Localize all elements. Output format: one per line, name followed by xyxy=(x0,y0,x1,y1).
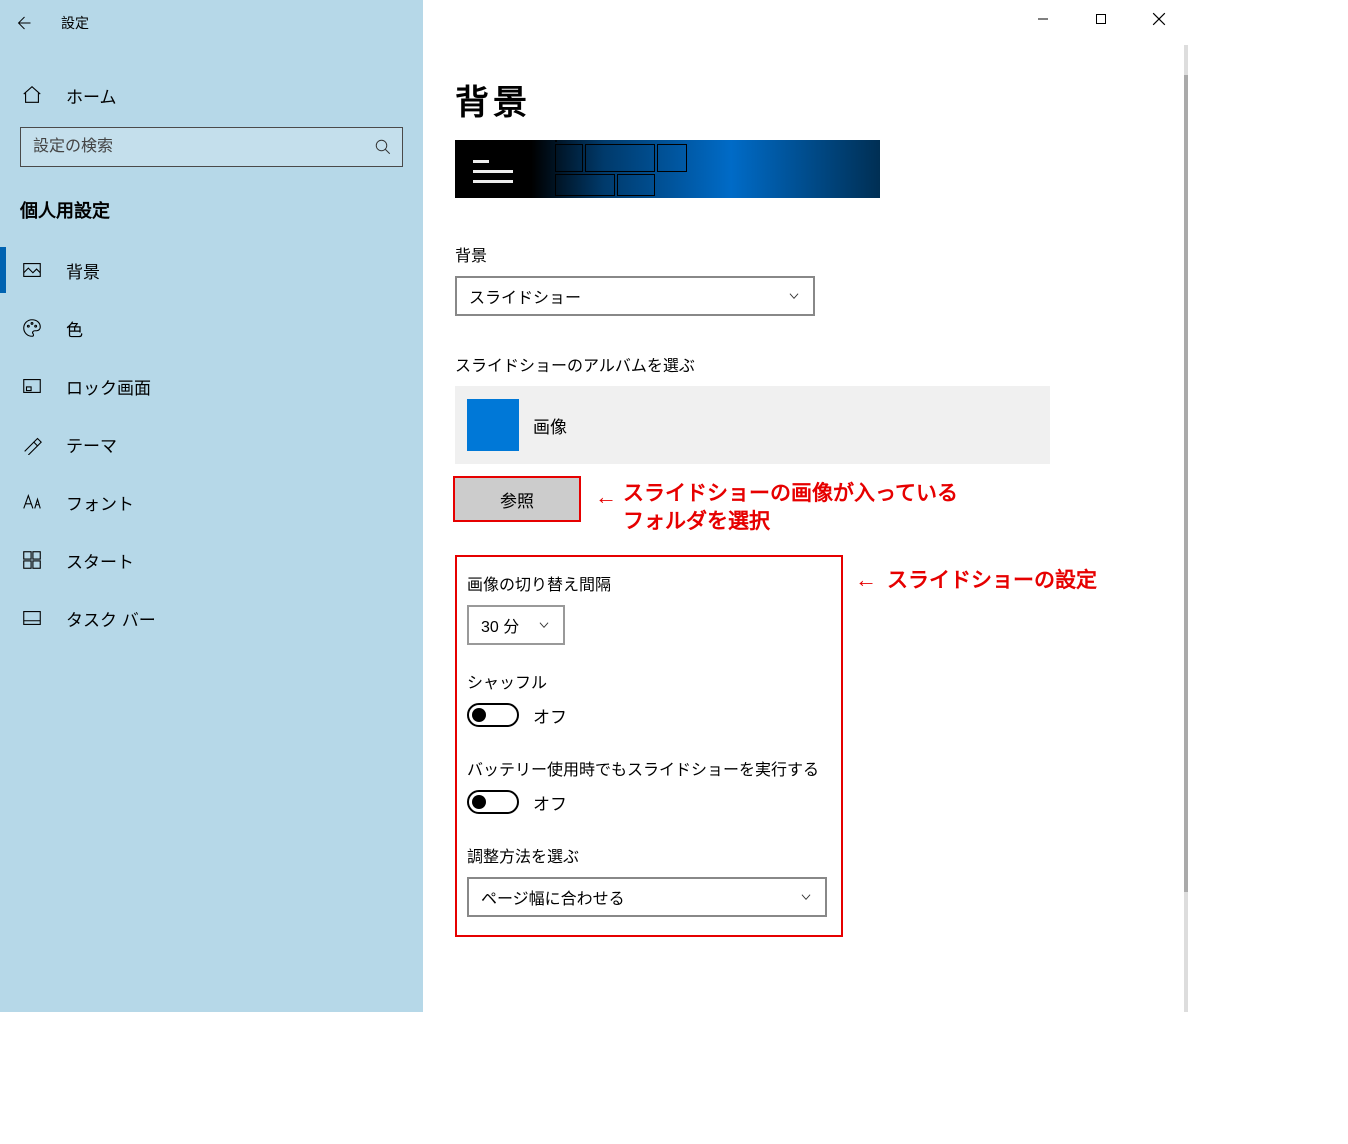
sidebar: ホーム 個人用設定 背景 xyxy=(0,45,423,1012)
category-header: 個人用設定 xyxy=(0,197,423,223)
album-name: 画像 xyxy=(533,413,567,438)
sidebar-item-themes[interactable]: テーマ xyxy=(0,415,423,473)
scrollbar[interactable] xyxy=(1184,45,1188,1012)
fit-select[interactable]: ページ幅に合わせる xyxy=(467,877,827,917)
sidebar-item-lockscreen[interactable]: ロック画面 xyxy=(0,357,423,415)
sidebar-item-colors[interactable]: 色 xyxy=(0,299,423,357)
sidebar-item-label: フォント xyxy=(66,490,134,515)
title-bar: 設定 xyxy=(0,0,1188,45)
title-bar-right xyxy=(423,0,1188,45)
fit-label: 調整方法を選ぶ xyxy=(467,843,831,867)
shuffle-state: オフ xyxy=(533,703,567,728)
annotation-browse: スライドショーの画像が入っている フォルダを選択 xyxy=(623,480,958,537)
interval-value: 30 分 xyxy=(481,613,519,637)
interval-label: 画像の切り替え間隔 xyxy=(467,571,831,595)
minimize-button[interactable] xyxy=(1014,0,1072,38)
battery-label: バッテリー使用時でもスライドショーを実行する xyxy=(467,756,831,780)
maximize-button[interactable] xyxy=(1072,0,1130,38)
window-title: 設定 xyxy=(61,13,89,33)
sidebar-item-label: スタート xyxy=(66,548,134,573)
battery-state: オフ xyxy=(533,790,567,815)
back-button[interactable] xyxy=(0,0,45,45)
album-thumbnail xyxy=(467,399,519,451)
start-icon xyxy=(20,548,44,572)
nav-home[interactable]: ホーム xyxy=(0,71,423,119)
browse-button[interactable]: 参照 xyxy=(455,478,579,520)
fonts-icon xyxy=(20,490,44,514)
interval-select[interactable]: 30 分 xyxy=(467,605,565,645)
slideshow-settings-group: ← スライドショーの設定 画像の切り替え間隔 30 分 シャッフル オフ xyxy=(455,555,843,937)
search-input[interactable] xyxy=(31,137,374,157)
arrow-left-icon xyxy=(14,14,32,32)
themes-icon xyxy=(20,432,44,456)
sidebar-item-fonts[interactable]: フォント xyxy=(0,473,423,531)
window-controls xyxy=(1014,0,1188,38)
sidebar-item-start[interactable]: スタート xyxy=(0,531,423,589)
close-icon xyxy=(1152,12,1166,26)
home-icon xyxy=(20,83,44,107)
search-box[interactable] xyxy=(20,127,403,167)
background-select-value: スライドショー xyxy=(469,284,581,308)
annotation-arrow-icon: ← xyxy=(595,486,617,508)
close-button[interactable] xyxy=(1130,0,1188,38)
picture-icon xyxy=(20,258,44,282)
album-label: スライドショーのアルバムを選ぶ xyxy=(455,352,1158,376)
battery-toggle[interactable] xyxy=(467,790,519,814)
content: 背景 背景 スライドショー スライドショーのアルバムを選ぶ 画像 xyxy=(423,45,1188,1012)
nav-home-label: ホーム xyxy=(66,83,117,108)
search-icon xyxy=(374,138,392,156)
shuffle-toggle[interactable] xyxy=(467,703,519,727)
background-select[interactable]: スライドショー xyxy=(455,276,815,316)
lockscreen-icon xyxy=(20,374,44,398)
sidebar-item-label: 色 xyxy=(66,316,83,341)
shuffle-label: シャッフル xyxy=(467,669,831,693)
palette-icon xyxy=(20,316,44,340)
page-heading: 背景 xyxy=(455,75,1158,124)
background-select-label: 背景 xyxy=(455,242,1158,266)
sidebar-item-background[interactable]: 背景 xyxy=(0,241,423,299)
chevron-down-icon xyxy=(537,618,551,632)
chevron-down-icon xyxy=(787,289,801,303)
sidebar-item-label: ロック画面 xyxy=(66,374,151,399)
sidebar-item-taskbar[interactable]: タスク バー xyxy=(0,589,423,647)
sidebar-item-label: テーマ xyxy=(66,432,117,457)
background-preview xyxy=(455,140,880,198)
annotation-arrow-icon: ← xyxy=(855,569,877,591)
settings-window: 設定 ホーム xyxy=(0,0,1188,1012)
maximize-icon xyxy=(1095,13,1107,25)
fit-value: ページ幅に合わせる xyxy=(481,885,625,909)
scrollbar-thumb[interactable] xyxy=(1184,75,1188,892)
search-wrap xyxy=(20,127,403,167)
sidebar-item-label: タスク バー xyxy=(66,606,156,631)
sidebar-item-label: 背景 xyxy=(66,258,100,283)
browse-row: 参照 ← スライドショーの画像が入っている フォルダを選択 xyxy=(455,478,1158,537)
browse-button-label: 参照 xyxy=(500,487,534,512)
annotation-settings-wrap: ← スライドショーの設定 xyxy=(855,565,1097,595)
album-box[interactable]: 画像 xyxy=(455,386,1050,464)
chevron-down-icon xyxy=(799,890,813,904)
minimize-icon xyxy=(1037,13,1049,25)
taskbar-icon xyxy=(20,606,44,630)
title-bar-left: 設定 xyxy=(0,0,423,45)
annotation-settings: スライドショーの設定 xyxy=(887,567,1097,595)
